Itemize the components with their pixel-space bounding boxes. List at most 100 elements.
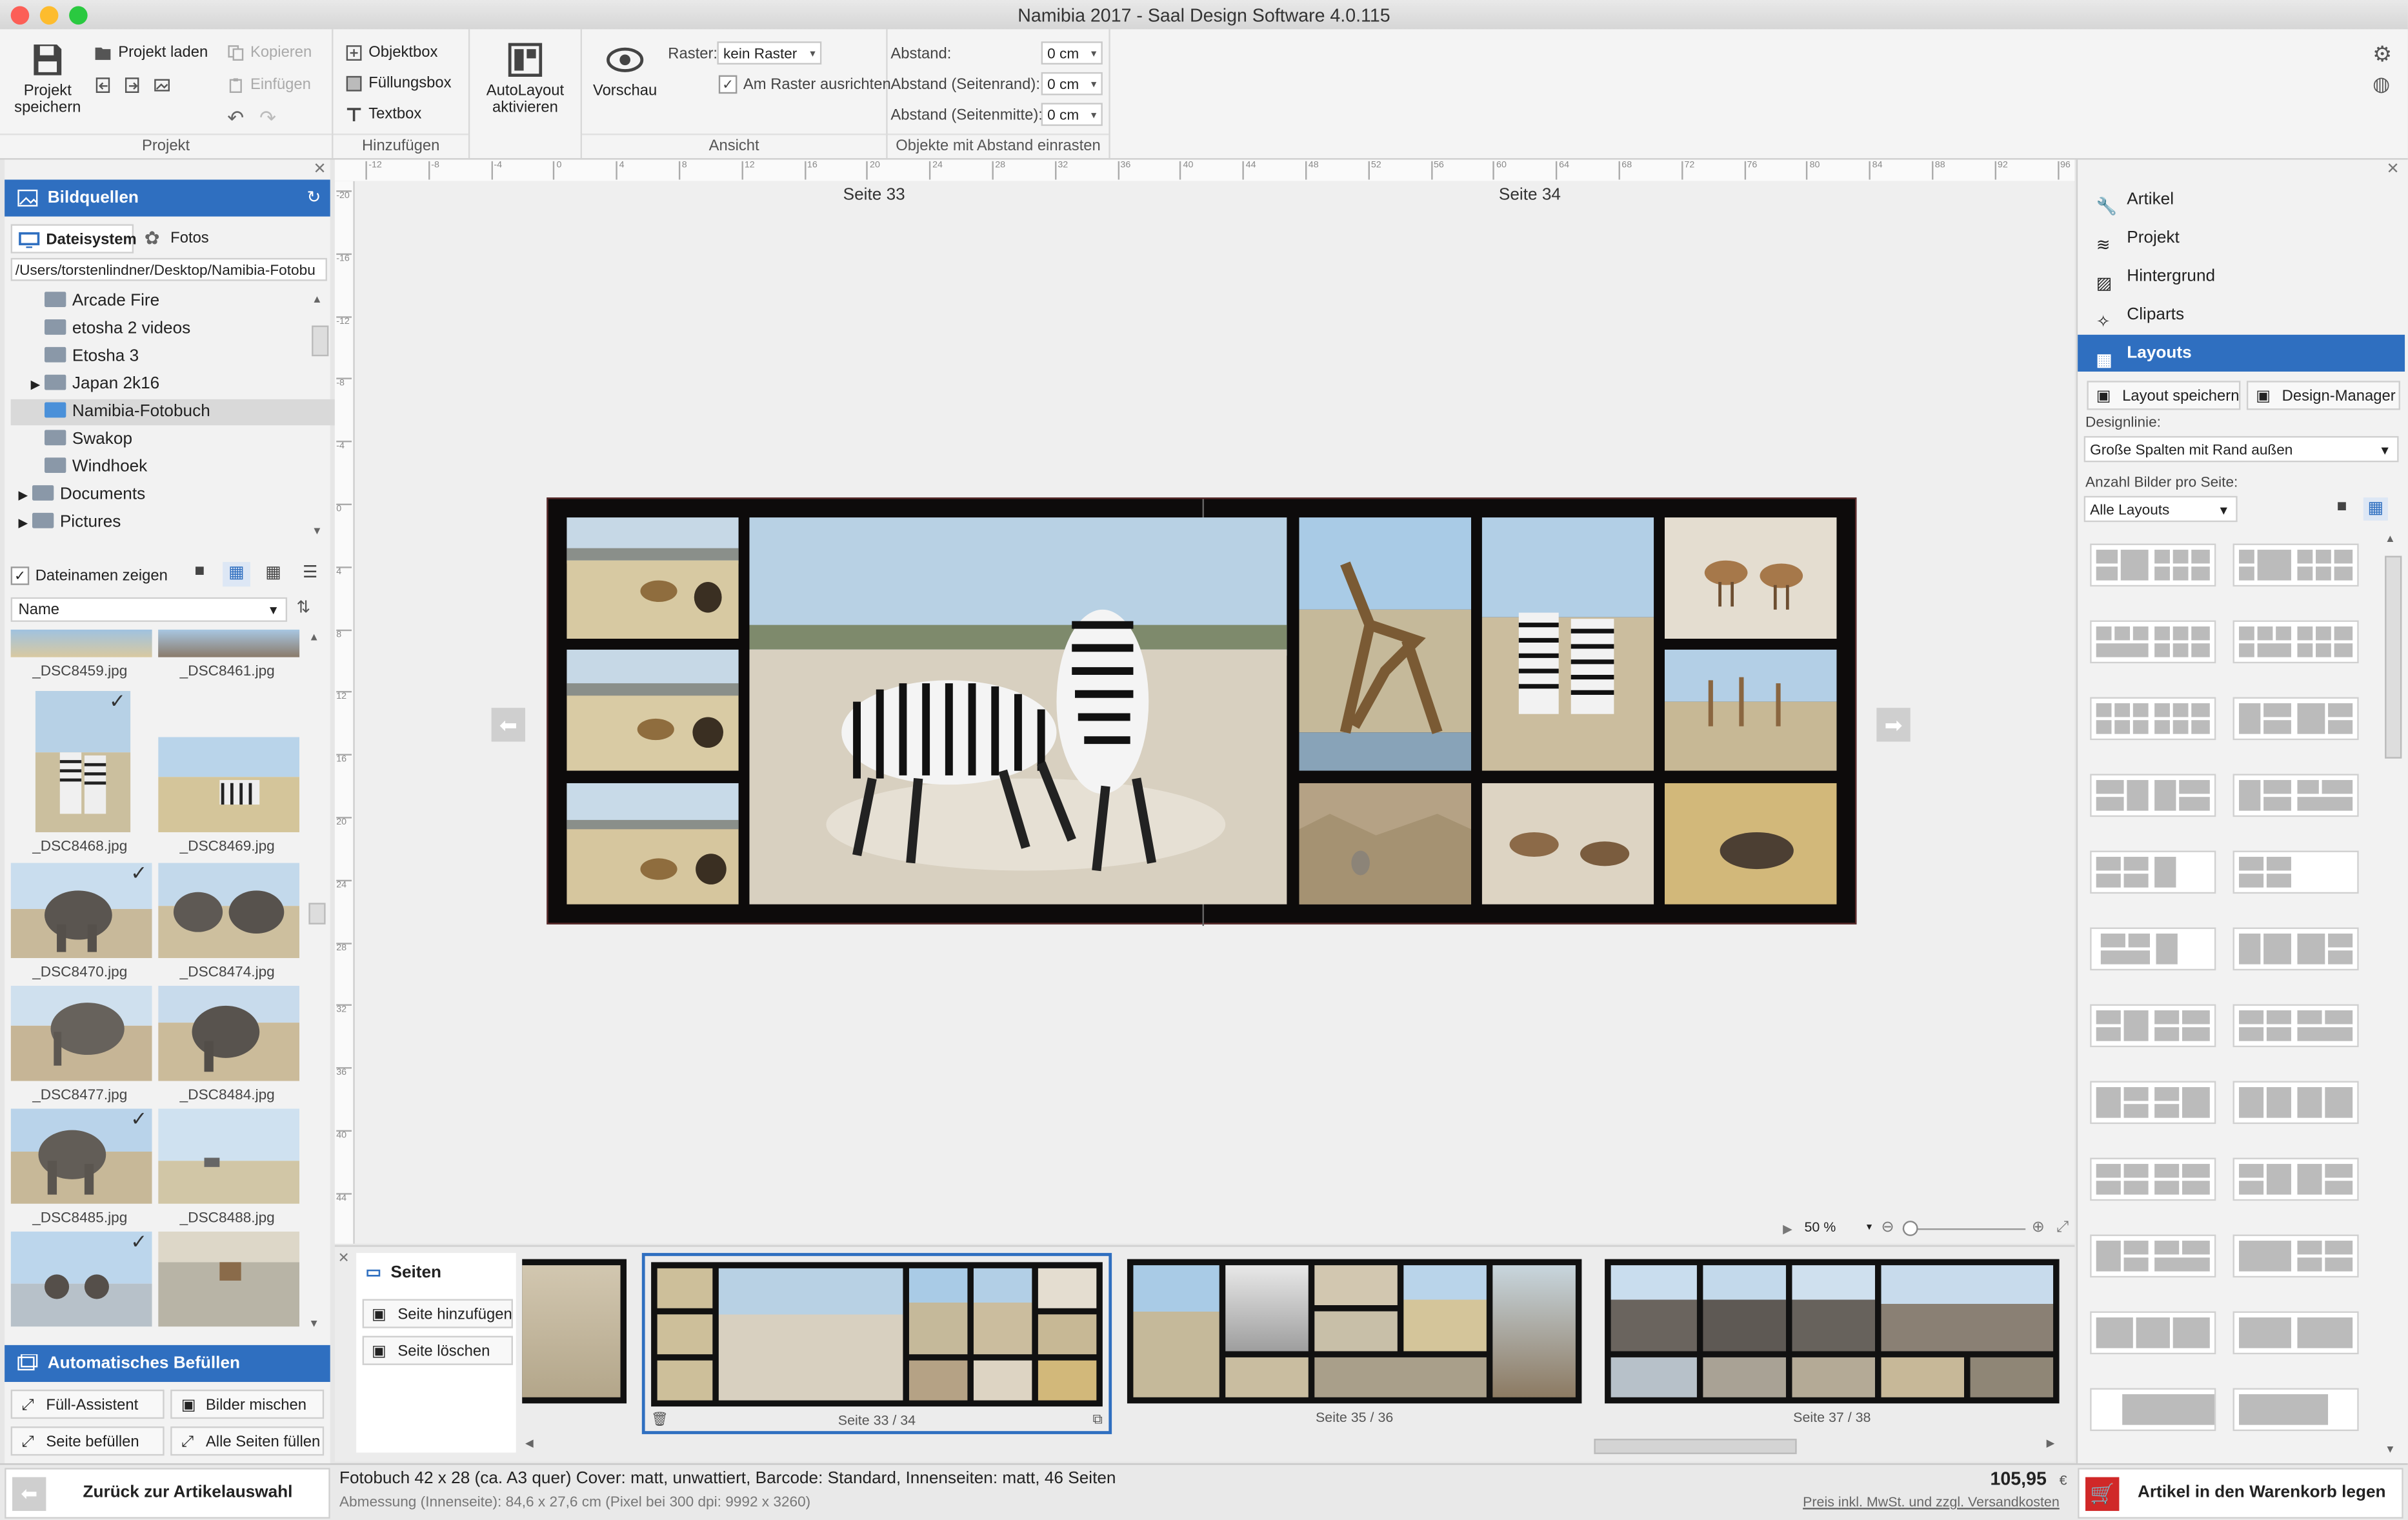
photo-slot[interactable] — [1664, 649, 1837, 771]
view-large-icon[interactable]: ■ — [186, 562, 214, 586]
thumbnail-image[interactable] — [158, 863, 300, 959]
layout-thumbnail[interactable] — [2090, 1157, 2216, 1201]
spread-thumbnail-33-34[interactable]: 🗑 Seite 33 / 34 ⧉ — [641, 1253, 1112, 1434]
layout-thumbnail[interactable] — [2090, 927, 2216, 971]
tree-item-etosha-3[interactable]: Etosha 3 — [11, 344, 343, 370]
photo-slot[interactable] — [1664, 783, 1837, 905]
undo-icon[interactable]: ↶ — [227, 106, 244, 130]
show-filenames-checkbox[interactable]: ✓ Dateinamen zeigen — [10, 566, 168, 585]
layout-thumbnail[interactable] — [2232, 1388, 2359, 1432]
export-icon[interactable] — [125, 77, 141, 94]
globe-icon[interactable]: ◍ — [2373, 72, 2390, 97]
refresh-icon[interactable]: ↻ — [306, 179, 321, 216]
thumbnail-image[interactable] — [10, 985, 152, 1081]
layout-thumbnail[interactable] — [2232, 543, 2359, 587]
close-strip-icon[interactable]: ✕ — [338, 1250, 350, 1266]
layout-thumbnail[interactable] — [2232, 620, 2359, 664]
tree-item-namibia-fotobuch[interactable]: Namibia-Fotobuch — [10, 399, 343, 426]
view-large-icon[interactable]: ■ — [2329, 497, 2354, 521]
thumbnail-image[interactable] — [158, 1231, 300, 1327]
disclosure-triangle-icon[interactable]: ▶ — [19, 482, 28, 508]
strip-scrollbar[interactable]: ◀ ▶ — [522, 1437, 2058, 1454]
scroll-down-icon[interactable]: ▼ — [308, 1319, 319, 1330]
photo-slot[interactable] — [1299, 517, 1472, 771]
photo-slot[interactable] — [1481, 517, 1654, 771]
tree-item-windhoek[interactable]: Windhoek — [11, 454, 343, 480]
layout-thumbnail[interactable] — [2090, 543, 2216, 587]
redo-icon[interactable]: ↷ — [259, 106, 276, 130]
fuellungsbox-button[interactable]: Füllungsbox — [346, 75, 452, 92]
save-layout-button[interactable]: ▣ Layout speichern — [2087, 381, 2241, 410]
scroll-down-icon[interactable]: ▼ — [312, 526, 323, 537]
import-icon[interactable] — [95, 77, 112, 94]
textbox-button[interactable]: Textbox — [346, 106, 421, 123]
settings-gear-icon[interactable]: ⚙ — [2373, 41, 2392, 67]
anzahl-select[interactable]: Alle Layouts ▼ — [2083, 495, 2238, 523]
sort-order-icon[interactable]: ⇅ — [296, 597, 310, 617]
zoom-slider-handle[interactable] — [1902, 1221, 1918, 1236]
sort-select[interactable]: Name ▼ — [10, 597, 288, 622]
scroll-up-icon[interactable]: ▲ — [308, 633, 324, 644]
scroll-thumb[interactable] — [308, 903, 326, 925]
duplicate-icon[interactable]: ⧉ — [1093, 1411, 1103, 1428]
layout-thumbnail[interactable] — [2232, 1004, 2359, 1048]
spread-thumbnail-37-38[interactable] — [1605, 1259, 2060, 1404]
photo-slot-main[interactable] — [749, 517, 1287, 905]
tree-item-japan-2k16[interactable]: ▶ Japan 2k16 — [11, 372, 343, 397]
layout-thumbnail[interactable] — [2090, 850, 2216, 894]
view-medium-icon[interactable]: ▦ — [223, 562, 250, 587]
fit-to-screen-icon[interactable]: ⤢ — [2056, 1219, 2069, 1236]
fill-page-button[interactable]: ⤢ Seite befüllen — [10, 1426, 165, 1456]
close-panel-icon[interactable]: ✕ — [314, 161, 326, 178]
abstand-rand-field[interactable]: 0 cm ▾ — [1041, 72, 1103, 95]
delete-page-button[interactable]: ▣ Seite löschen — [362, 1335, 513, 1365]
layout-thumbnail[interactable] — [2090, 697, 2216, 741]
design-manager-button[interactable]: ▣ Design-Manager — [2246, 381, 2400, 410]
thumbnail-image[interactable] — [158, 737, 300, 832]
scroll-left-icon[interactable]: ◀ — [525, 1437, 534, 1450]
fill-all-pages-button[interactable]: ⤢ Alle Seiten füllen — [170, 1426, 325, 1456]
zoom-out-icon[interactable]: ⊖ — [1881, 1219, 1894, 1236]
view-small-icon[interactable]: ▦ — [259, 562, 287, 586]
scroll-up-icon[interactable]: ▲ — [312, 295, 327, 306]
layout-thumbnail[interactable] — [2232, 1311, 2359, 1355]
layout-thumbnail[interactable] — [2232, 774, 2359, 817]
photo-slot[interactable] — [1481, 783, 1654, 905]
photo-slot[interactable] — [1299, 783, 1472, 905]
tab-fotos[interactable]: ✿ Fotos — [140, 224, 217, 253]
thumbnail-image[interactable] — [158, 1108, 300, 1204]
tree-item-pictures[interactable]: ▶ Pictures — [11, 510, 330, 535]
view-grid-icon[interactable]: ▦ — [2363, 497, 2388, 521]
add-to-cart-button[interactable]: 🛒 Artikel in den Warenkorb legen — [2078, 1468, 2403, 1519]
layout-thumbnail[interactable] — [2090, 1311, 2216, 1355]
spread-thumbnail-35-36[interactable] — [1127, 1259, 1582, 1404]
layout-thumbnail[interactable] — [2090, 1234, 2216, 1278]
back-to-articles-button[interactable]: ⬅ Zurück zur Artikelauswahl — [5, 1468, 330, 1519]
nav-layouts[interactable]: ▦ Layouts — [2078, 334, 2405, 372]
spread-thumbnail-previous[interactable] — [522, 1259, 627, 1404]
export-images-icon[interactable] — [154, 77, 170, 94]
copy-button[interactable]: Kopieren — [227, 45, 312, 61]
canvas[interactable]: Seite 33 Seite 34 ⬅ ➡ ▶ 50 % ▾ ⊖ ⊕ ⤢ — [354, 181, 2075, 1244]
path-field[interactable]: /Users/torstenlindner/Desktop/Namibia-Fo… — [10, 257, 327, 281]
layout-thumbnail[interactable] — [2090, 620, 2216, 664]
nav-artikel[interactable]: 🔧 Artikel — [2078, 181, 2405, 218]
abstand-mitte-field[interactable]: 0 cm ▾ — [1041, 103, 1103, 126]
scroll-left-icon[interactable]: ▶ — [1783, 1222, 1792, 1235]
nav-projekt[interactable]: ≋ Projekt — [2078, 219, 2405, 256]
tab-dateisystem[interactable]: Dateisystem — [10, 224, 137, 254]
layout-thumbnail[interactable] — [2232, 1157, 2359, 1201]
tree-scrollbar[interactable]: ▲ ▼ — [312, 295, 329, 537]
layout-scrollbar[interactable]: ▲ ▼ — [2385, 534, 2402, 1455]
photo-slot[interactable] — [567, 783, 739, 905]
thumbnail-image[interactable] — [10, 629, 152, 657]
layout-thumbnail[interactable] — [2090, 1081, 2216, 1125]
nav-hintergrund[interactable]: ▨ Hintergrund — [2078, 258, 2405, 295]
layout-thumbnail[interactable] — [2232, 697, 2359, 741]
tree-item-swakop[interactable]: Swakop — [11, 427, 343, 453]
paste-button[interactable]: Einfügen — [227, 77, 311, 94]
photobook-spread[interactable] — [547, 497, 1857, 926]
snap-to-grid-checkbox[interactable]: ✓ Am Raster ausrichten — [718, 75, 891, 94]
tree-item-documents[interactable]: ▶ Documents — [11, 482, 330, 508]
close-panel-icon[interactable]: ✕ — [2387, 161, 2400, 178]
